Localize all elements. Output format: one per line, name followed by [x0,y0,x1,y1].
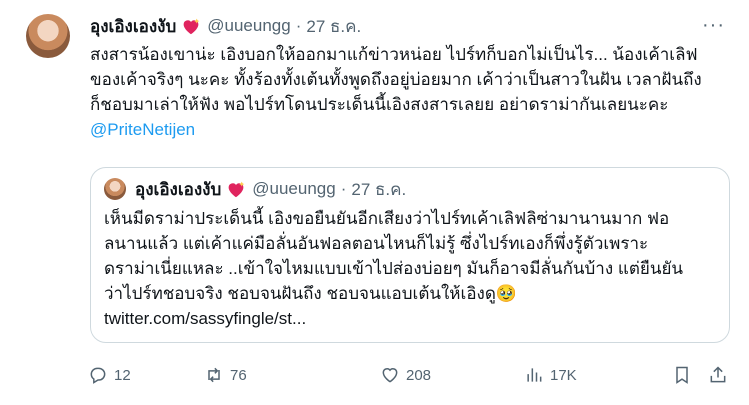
repost-icon [208,367,220,383]
tweet-text: สงสารน้องเขาน่ะ เอิงบอกให้ออกมาแก้ข่าวหน… [90,42,730,142]
reply-icon [90,367,106,384]
author-handle[interactable]: @uueungg [207,16,290,36]
views-button[interactable]: 17K [524,365,577,385]
share-icon [710,366,726,383]
quoted-text-line: เห็นมีดราม่าประเด็นนี้ เอิงขอยืนยันอีกเส… [104,209,670,228]
more-options-icon[interactable]: ··· [702,14,725,37]
quoted-author-avatar [104,178,126,200]
quoted-text-line: ดราม่าเนี่ยแหละ ..เข้าใจไหมแบบเข้าไปส่อง… [104,259,684,278]
reply-button[interactable]: 12 [88,365,131,385]
bookmark-icon [676,366,688,384]
reply-count: 12 [114,366,131,384]
tweet-card[interactable]: อุงเอิงเองงับ @uueungg · 27 ธ.ค. ··· สงส… [0,0,749,405]
sparkling-heart-icon [226,180,246,198]
analytics-icon [527,368,542,382]
header-separator: · [295,16,302,35]
author-name[interactable]: อุงเอิงเองงับ [90,13,176,40]
repost-button[interactable]: 76 [204,365,247,385]
quoted-text-line: ลนานแล้ว แต่เค้าแค่มือลั่นอันฟอลตอนไหนก็… [104,234,649,253]
mention-link[interactable]: @PriteNetijen [90,120,195,139]
tweet-date[interactable]: 27 ธ.ค. [306,13,361,40]
action-bar: 12 76 208 17K [88,360,738,390]
sparkling-heart-icon [181,17,201,35]
like-button[interactable]: 208 [380,365,431,385]
author-avatar[interactable] [26,14,70,58]
quoted-author-handle: @uueungg [252,179,336,198]
quoted-tweet-date: 27 ธ.ค. [351,179,407,199]
quoted-author-name: อุงเอิงเองงับ [135,179,222,199]
like-count: 208 [406,366,432,384]
quoted-header-separator: · [340,179,347,198]
tweet-text-line: ก็ชอบมาเล่าให้ฟัง พอไปร์ทโดนประเด็นนี้เอ… [90,95,669,114]
tweet-text-line: ของเค้าจริงๆ นะคะ ทั้งร้องทั้งเต้นทั้งพู… [90,70,702,89]
view-count: 17K [550,366,577,384]
tweet-text-line: สงสารน้องเขาน่ะ เอิงบอกให้ออกมาแก้ข่าวหน… [90,45,698,64]
quoted-tweet[interactable]: อุงเอิงเองงับ @uueungg · 27 ธ.ค. เห็นมีด… [90,167,730,343]
share-button[interactable] [708,365,734,385]
quoted-tweet-text: เห็นมีดราม่าประเด็นนี้ เอิงขอยืนยันอีกเส… [104,206,714,331]
repost-count: 76 [230,366,247,384]
bookmark-button[interactable] [672,365,698,385]
heart-icon [382,368,398,383]
quoted-link: twitter.com/sassyfingle/st... [104,309,307,328]
quoted-tweet-header: อุงเอิงเองงับ @uueungg · 27 ธ.ค. [135,177,406,201]
tweet-header: อุงเอิงเองงับ @uueungg · 27 ธ.ค. ··· [90,14,729,38]
quoted-text-line: ว่าไปร์ทชอบจริง ชอบจนฝันถึง ชอบจนแอบเต้น… [104,284,518,303]
